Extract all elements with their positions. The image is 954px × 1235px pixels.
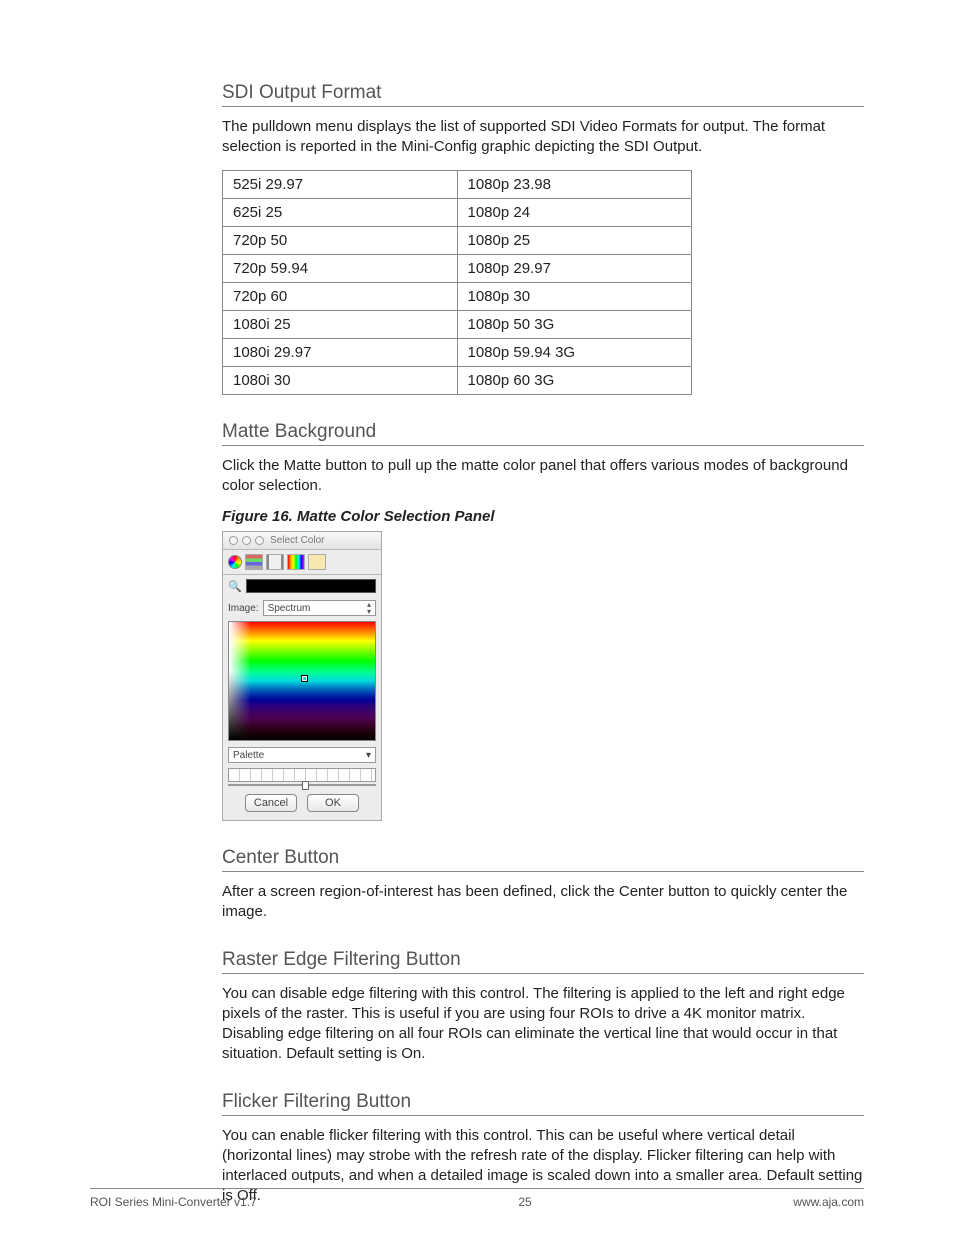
table-cell: 1080i 29.97 [223,338,458,366]
color-wheel-tab-icon[interactable] [228,555,242,569]
table-cell: 1080p 23.98 [457,170,692,198]
image-palettes-tab-icon[interactable] [287,554,305,570]
table-row: 625i 251080p 24 [223,198,692,226]
close-icon[interactable] [229,536,238,545]
magnifier-icon[interactable]: 🔍 [228,580,242,593]
stepper-icon: ▴▾ [367,601,371,615]
body-sdi: The pulldown menu displays the list of s… [222,117,864,158]
ok-button[interactable]: OK [307,794,359,812]
color-sliders-tab-icon[interactable] [245,554,263,570]
color-palettes-tab-icon[interactable] [266,554,284,570]
window-controls[interactable] [229,536,264,545]
table-cell: 720p 50 [223,226,458,254]
current-color-swatch [246,579,376,593]
table-cell: 1080i 25 [223,310,458,338]
crayons-tab-icon[interactable] [308,554,326,570]
color-picker-panel: Select Color 🔍 Image: Spectrum ▴▾ Palett… [222,531,382,821]
body-matte: Click the Matte button to pull up the ma… [222,456,864,497]
spectrum-cursor[interactable] [302,676,307,681]
table-cell: 1080i 30 [223,366,458,394]
image-label: Image: [228,603,259,614]
figure-caption: Figure 16. Matte Color Selection Panel [222,508,864,525]
palette-dropdown[interactable]: Palette ▾ [228,747,376,763]
color-mode-tabs [223,550,381,575]
table-cell: 1080p 25 [457,226,692,254]
slider-thumb[interactable] [302,781,309,790]
footer-page-number: 25 [518,1195,531,1209]
heading-matte-background: Matte Background [222,421,864,446]
table-cell: 720p 60 [223,282,458,310]
table-row: 1080i 29.971080p 59.94 3G [223,338,692,366]
table-row: 720p 59.941080p 29.97 [223,254,692,282]
zoom-icon[interactable] [255,536,264,545]
table-cell: 1080p 24 [457,198,692,226]
page-footer: ROI Series Mini-Converter v1.7 25 www.aj… [90,1188,864,1209]
table-cell: 1080p 60 3G [457,366,692,394]
table-cell: 625i 25 [223,198,458,226]
table-row: 1080i 251080p 50 3G [223,310,692,338]
footer-left: ROI Series Mini-Converter v1.7 [90,1195,257,1209]
table-row: 525i 29.971080p 23.98 [223,170,692,198]
table-cell: 1080p 59.94 3G [457,338,692,366]
image-dropdown-value: Spectrum [268,603,311,614]
table-row: 1080i 301080p 60 3G [223,366,692,394]
footer-right: www.aja.com [793,1195,864,1209]
heading-flicker-filtering: Flicker Filtering Button [222,1091,864,1116]
cancel-button[interactable]: Cancel [245,794,297,812]
heading-sdi-output-format: SDI Output Format [222,82,864,107]
palette-label: Palette [233,750,264,761]
color-picker-title: Select Color [270,535,324,546]
chevron-down-icon: ▾ [366,750,371,761]
color-picker-titlebar: Select Color [223,532,381,550]
swatch-scroll-slider[interactable] [228,784,376,786]
table-cell: 1080p 30 [457,282,692,310]
table-cell: 1080p 29.97 [457,254,692,282]
swatch-strip[interactable] [228,768,376,782]
body-center: After a screen region-of-interest has be… [222,882,864,923]
spectrum-picker[interactable] [228,621,376,741]
table-cell: 525i 29.97 [223,170,458,198]
body-raster: You can disable edge filtering with this… [222,984,864,1065]
minimize-icon[interactable] [242,536,251,545]
heading-raster-edge-filtering: Raster Edge Filtering Button [222,949,864,974]
image-dropdown[interactable]: Spectrum ▴▾ [263,600,376,616]
table-row: 720p 601080p 30 [223,282,692,310]
table-cell: 720p 59.94 [223,254,458,282]
sdi-format-table: 525i 29.971080p 23.98625i 251080p 24720p… [222,170,692,395]
table-row: 720p 501080p 25 [223,226,692,254]
heading-center-button: Center Button [222,847,864,872]
table-cell: 1080p 50 3G [457,310,692,338]
